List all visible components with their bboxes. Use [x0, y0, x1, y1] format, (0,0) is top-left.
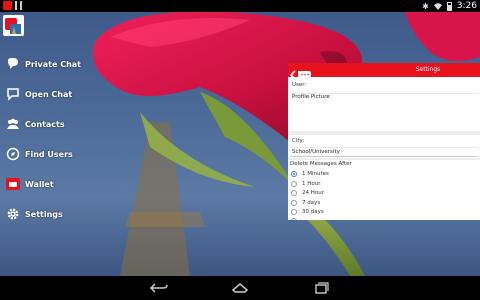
delete-option-7-days[interactable]: 7 days: [291, 198, 320, 207]
menu-item-contacts[interactable]: Contacts: [0, 114, 110, 134]
delete-option-24-hour[interactable]: 24 Hour: [291, 188, 324, 197]
divider: [288, 131, 480, 135]
back-arrow-icon: [149, 283, 168, 293]
gear-icon: [7, 208, 19, 220]
radio[interactable]: [291, 189, 297, 196]
settings-title: Settings: [415, 66, 441, 73]
delete-option-30-days[interactable]: 30 days: [291, 207, 324, 216]
back-nav-button[interactable]: [149, 280, 169, 296]
menu-item-private-chat[interactable]: Private Chat: [0, 54, 110, 74]
radio[interactable]: [291, 199, 297, 206]
notification-bars-icon: [15, 1, 22, 10]
clock: 3:26: [456, 1, 477, 11]
profile-picture-field[interactable]: Profile Picture: [290, 93, 478, 131]
settings-panel: Settings User: Profile Picture City: Sch…: [288, 63, 480, 220]
bluetooth-icon: ✱: [422, 1, 429, 11]
home-nav-button[interactable]: [230, 280, 250, 296]
menu-item-find-users[interactable]: Find Users: [0, 144, 110, 164]
contacts-icon: [7, 118, 19, 129]
chat-bubble-icon: [8, 58, 18, 69]
recents-nav-button[interactable]: [311, 280, 331, 296]
delete-messages-label: Delete Messages After: [290, 161, 352, 167]
navigation-bar: [0, 276, 480, 300]
compass-icon: [6, 147, 20, 161]
home-icon: [231, 283, 249, 293]
delete-option-partial[interactable]: [291, 216, 302, 220]
divider: [288, 158, 480, 160]
wallet-icon: [6, 178, 20, 190]
menu-item-open-chat[interactable]: Open Chat: [0, 84, 110, 104]
delete-option-1-minutes[interactable]: 1 Minutes: [291, 169, 329, 178]
delete-option-1-hour[interactable]: 1 Hour: [291, 179, 321, 188]
notification-app-icon: [3, 1, 12, 10]
battery-icon: [446, 1, 452, 11]
radio[interactable]: [291, 208, 297, 215]
radio-selected[interactable]: [291, 170, 297, 177]
radio[interactable]: [291, 180, 297, 187]
menu-item-wallet[interactable]: Wallet: [0, 174, 110, 194]
app-logo: [3, 15, 24, 36]
recents-icon: [315, 282, 329, 294]
radio[interactable]: [291, 217, 297, 220]
wifi-icon: [433, 3, 442, 10]
status-bar: ✱ 3:26: [0, 0, 480, 12]
school-field[interactable]: School/University: [290, 148, 478, 157]
settings-header: Settings: [288, 63, 480, 80]
menu-item-settings[interactable]: Settings: [0, 204, 110, 224]
open-chat-icon: [7, 88, 19, 101]
user-label: User:: [292, 82, 307, 88]
